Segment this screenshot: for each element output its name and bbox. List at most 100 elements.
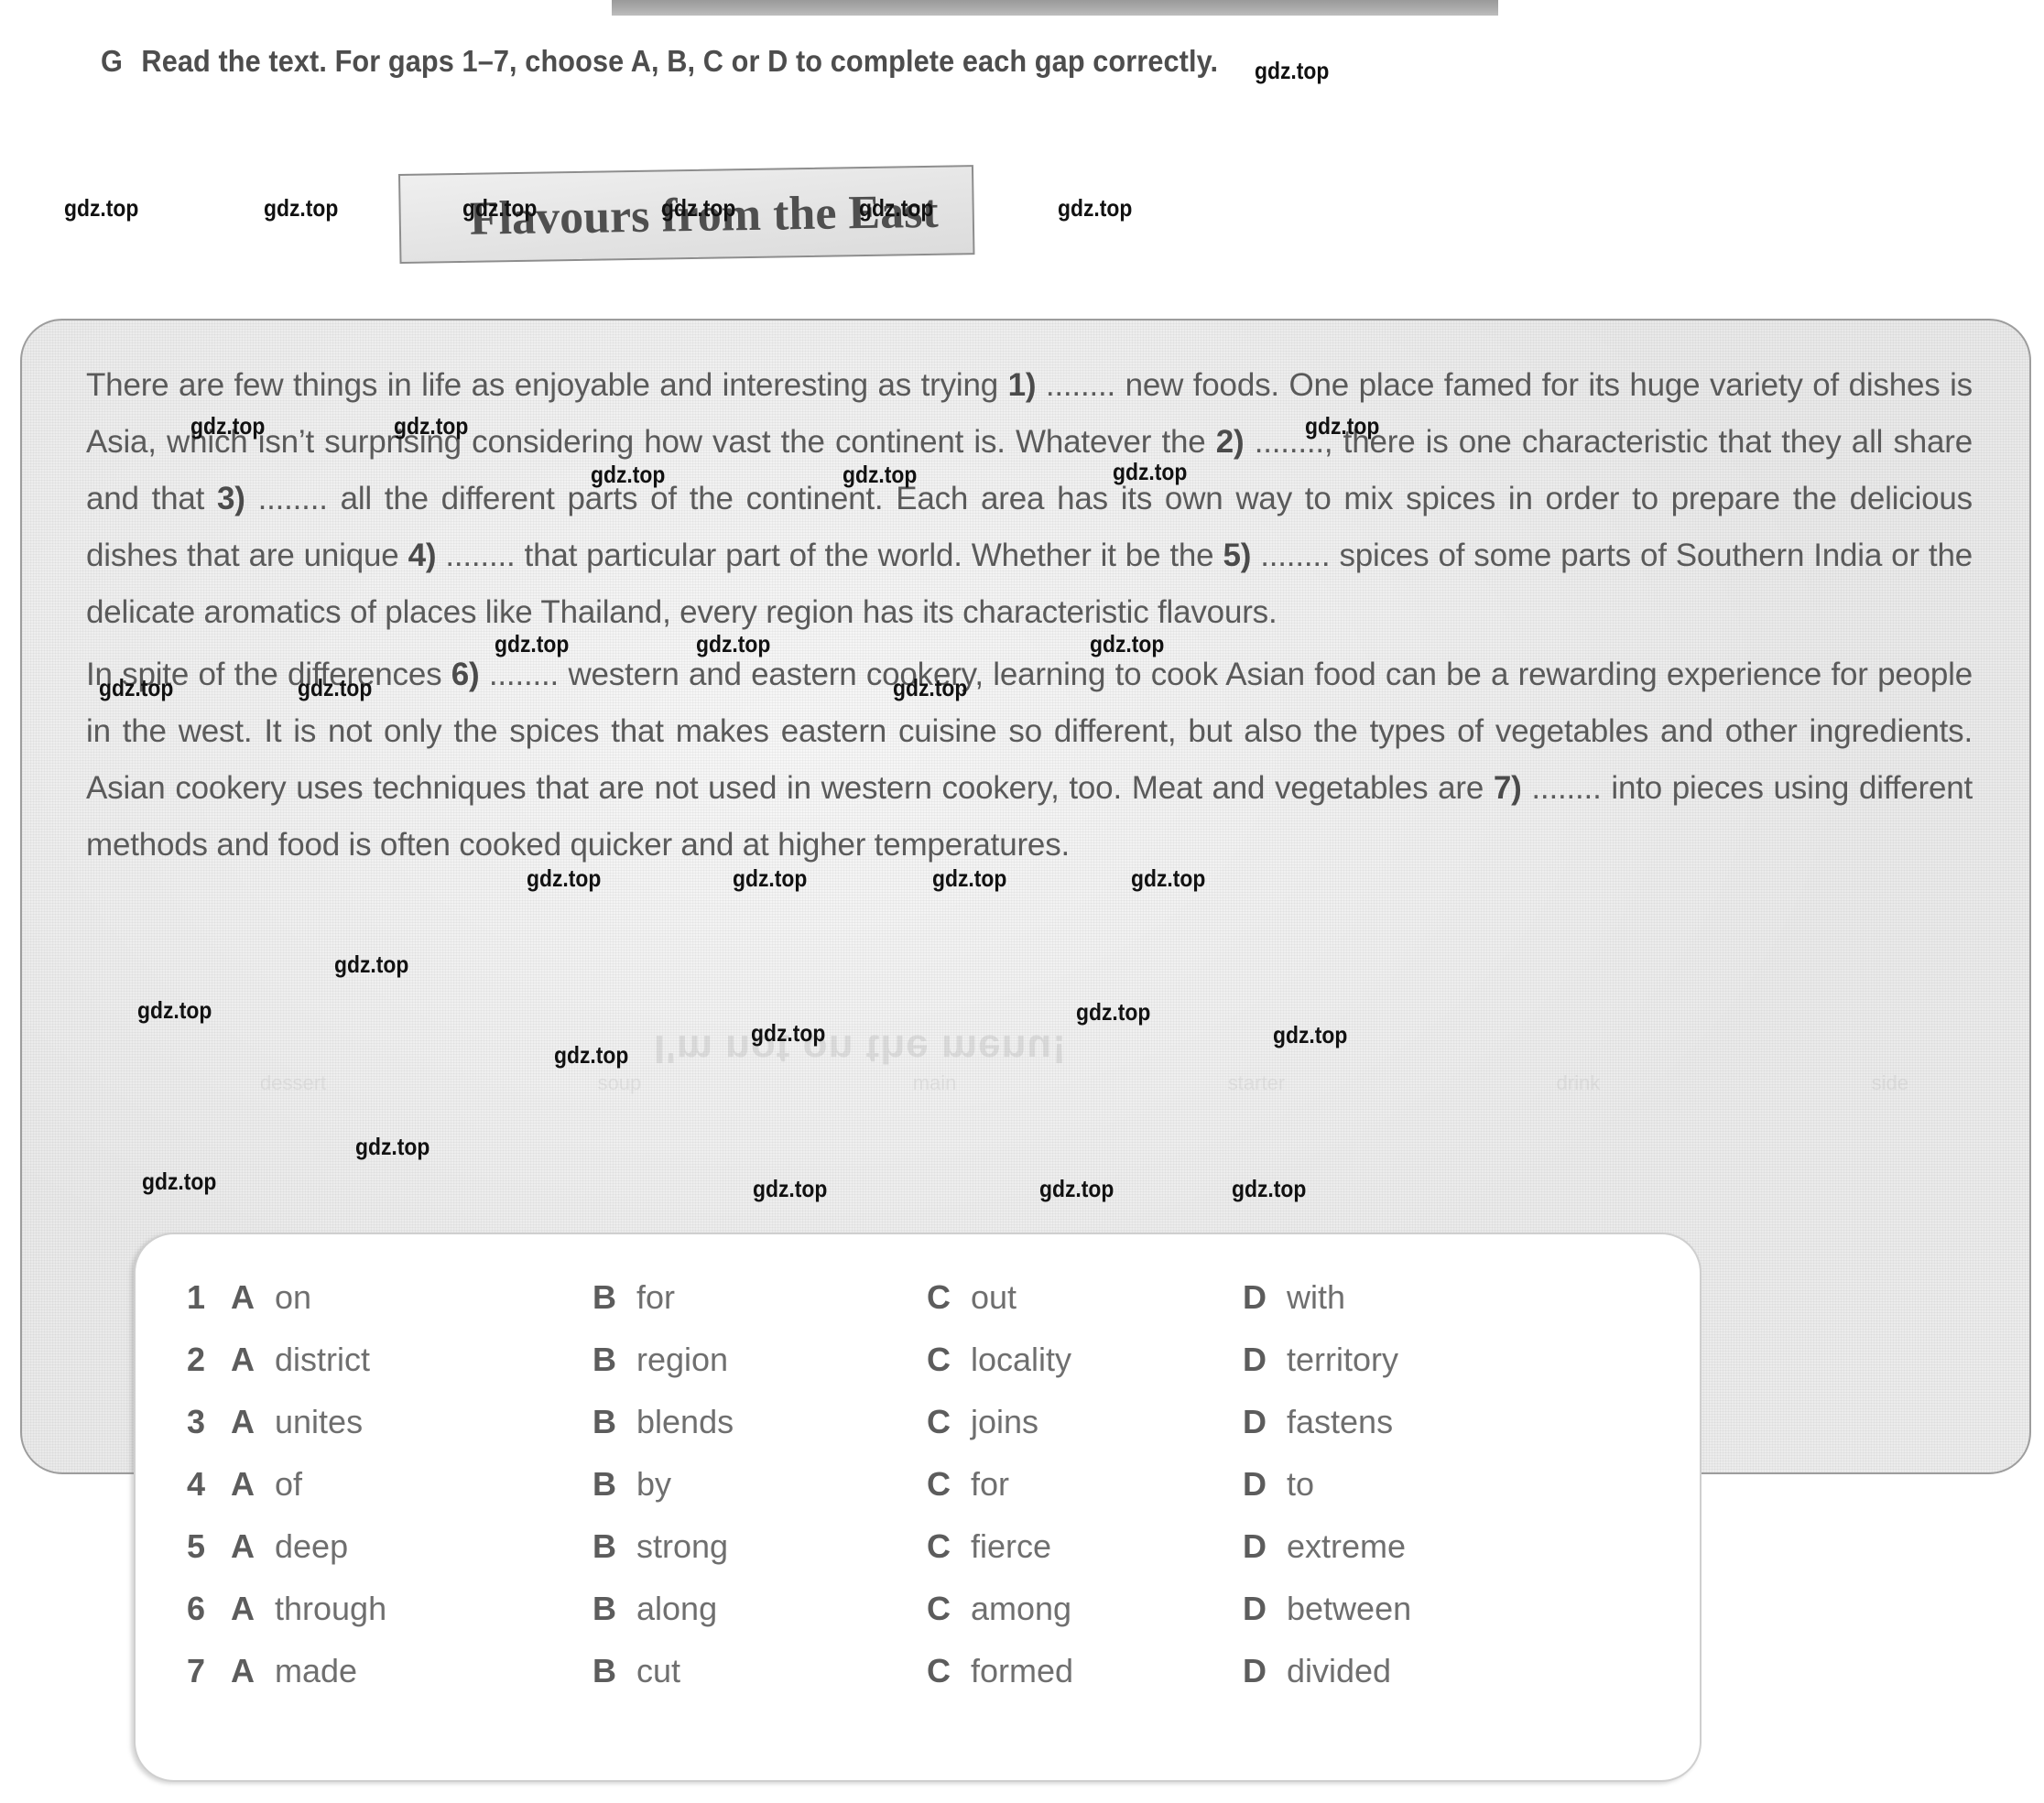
option-choice-5-D[interactable]: Dextreme <box>1243 1527 1554 1566</box>
option-choice-4-A[interactable]: Aof <box>231 1465 593 1504</box>
option-word: on <box>275 1278 312 1316</box>
option-letter: D <box>1243 1341 1267 1378</box>
watermark: gdz.top <box>1058 194 1133 222</box>
option-letter: C <box>927 1403 951 1440</box>
option-letter: B <box>593 1278 616 1316</box>
answer-options-table: 1 Aon Bfor Cout Dwith 2 Adistrict Bregion Clocal… <box>187 1278 1689 1714</box>
option-word: with <box>1287 1278 1346 1316</box>
ghost-row-item: main <box>912 1071 957 1094</box>
option-letter: C <box>927 1341 951 1378</box>
ghost-row-item: drink <box>1556 1071 1601 1094</box>
option-row-4: 4 Aof Bby Cfor Dto <box>187 1465 1689 1527</box>
option-choice-2-C[interactable]: Clocality <box>927 1341 1243 1379</box>
option-letter: B <box>593 1527 616 1565</box>
option-letter: A <box>231 1590 255 1627</box>
option-choice-7-D[interactable]: Ddivided <box>1243 1652 1554 1690</box>
option-choice-7-A[interactable]: Amade <box>231 1652 593 1690</box>
article-title: Flavours from the East <box>469 185 940 245</box>
answer-options-panel: 1 Aon Bfor Cout Dwith 2 Adistrict Bregion Clocal… <box>134 1233 1702 1782</box>
option-choice-7-C[interactable]: Cformed <box>927 1652 1243 1690</box>
option-letter: A <box>231 1403 255 1440</box>
option-letter: A <box>231 1341 255 1378</box>
option-row-number: 4 <box>187 1465 206 1503</box>
option-word: blends <box>636 1403 734 1440</box>
option-choice-4-D[interactable]: Dto <box>1243 1465 1554 1504</box>
option-choice-1-D[interactable]: Dwith <box>1243 1278 1554 1317</box>
option-word: joins <box>971 1403 1039 1440</box>
option-letter: D <box>1243 1465 1267 1503</box>
option-word: by <box>636 1465 672 1503</box>
option-choice-7-B[interactable]: Bcut <box>593 1652 927 1690</box>
option-word: made <box>275 1652 358 1689</box>
option-letter: A <box>231 1527 255 1565</box>
option-row-2: 2 Adistrict Bregion Clocality Dterritory <box>187 1341 1689 1403</box>
option-letter: B <box>593 1590 616 1627</box>
option-letter: D <box>1243 1403 1267 1440</box>
option-choice-2-A[interactable]: Adistrict <box>231 1341 593 1379</box>
option-word: to <box>1287 1465 1315 1503</box>
option-letter: D <box>1243 1527 1267 1565</box>
option-choice-1-B[interactable]: Bfor <box>593 1278 927 1317</box>
option-choice-4-B[interactable]: Bby <box>593 1465 927 1504</box>
article-paragraph: In spite of the differences 6) ........ … <box>86 657 1973 863</box>
option-row-6: 6 Athrough Balong Camong Dbetween <box>187 1590 1689 1652</box>
option-word: through <box>275 1590 387 1627</box>
option-word: divided <box>1287 1652 1392 1689</box>
option-row-number: 6 <box>187 1590 206 1627</box>
option-word: region <box>636 1341 729 1378</box>
option-word: out <box>971 1278 1017 1316</box>
option-row-3: 3 Aunites Bblends Cjoins Dfastens <box>187 1403 1689 1465</box>
option-letter: B <box>593 1403 616 1440</box>
option-choice-4-C[interactable]: Cfor <box>927 1465 1243 1504</box>
ghost-row-item: side <box>1871 1071 1908 1094</box>
option-word: for <box>971 1465 1010 1503</box>
option-choice-6-D[interactable]: Dbetween <box>1243 1590 1554 1628</box>
option-letter: B <box>593 1652 616 1689</box>
option-letter: C <box>927 1465 951 1503</box>
option-word: deep <box>275 1527 349 1565</box>
option-choice-6-B[interactable]: Balong <box>593 1590 927 1628</box>
option-choice-2-B[interactable]: Bregion <box>593 1341 927 1379</box>
option-word: of <box>275 1465 303 1503</box>
option-letter: C <box>927 1278 951 1316</box>
option-choice-1-C[interactable]: Cout <box>927 1278 1243 1317</box>
option-choice-1-A[interactable]: Aon <box>231 1278 593 1317</box>
page-top-rule <box>612 0 1498 16</box>
option-choice-3-A[interactable]: Aunites <box>231 1403 593 1441</box>
option-choice-5-A[interactable]: Adeep <box>231 1527 593 1566</box>
option-letter: D <box>1243 1278 1267 1316</box>
option-choice-3-D[interactable]: Dfastens <box>1243 1403 1554 1441</box>
exercise-instruction-text: Read the text. For gaps 1–7, choose A, B… <box>141 44 1219 78</box>
option-word: for <box>636 1278 676 1316</box>
option-choice-5-C[interactable]: Cfierce <box>927 1527 1243 1566</box>
article-body: There are few things in life as enjoyabl… <box>86 357 1973 874</box>
article-paragraph: There are few things in life as enjoyabl… <box>86 367 1973 630</box>
option-letter: A <box>231 1652 255 1689</box>
ghost-row-item: soup <box>597 1071 642 1094</box>
option-word: among <box>971 1590 1072 1627</box>
option-letter: A <box>231 1278 255 1316</box>
option-choice-5-B[interactable]: Bstrong <box>593 1527 927 1566</box>
option-word: between <box>1287 1590 1412 1627</box>
option-row-number: 3 <box>187 1403 206 1440</box>
option-word: fierce <box>971 1527 1052 1565</box>
option-letter: B <box>593 1465 616 1503</box>
option-letter: D <box>1243 1652 1267 1689</box>
option-row-number: 1 <box>187 1278 206 1316</box>
option-choice-2-D[interactable]: Dterritory <box>1243 1341 1554 1379</box>
option-word: locality <box>971 1341 1072 1378</box>
option-choice-6-C[interactable]: Camong <box>927 1590 1243 1628</box>
option-choice-6-A[interactable]: Athrough <box>231 1590 593 1628</box>
option-row-number: 2 <box>187 1341 206 1378</box>
option-word: unites <box>275 1403 364 1440</box>
option-letter: B <box>593 1341 616 1378</box>
option-row-5: 5 Adeep Bstrong Cfierce Dextreme <box>187 1527 1689 1590</box>
option-choice-3-C[interactable]: Cjoins <box>927 1403 1243 1441</box>
watermark: gdz.top <box>264 194 339 222</box>
option-choice-3-B[interactable]: Bblends <box>593 1403 927 1441</box>
option-word: fastens <box>1287 1403 1394 1440</box>
option-word: along <box>636 1590 718 1627</box>
option-letter: C <box>927 1590 951 1627</box>
option-letter: D <box>1243 1590 1267 1627</box>
option-row-1: 1 Aon Bfor Cout Dwith <box>187 1278 1689 1341</box>
